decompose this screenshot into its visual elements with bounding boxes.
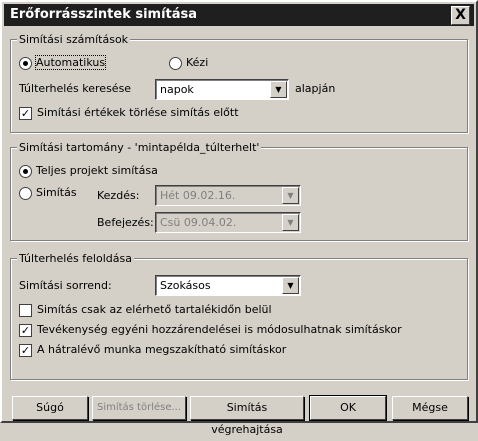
slack-only-label: Simítás csak az elérhető tartalékidőn be… — [37, 303, 272, 316]
checkbox-empty[interactable] — [19, 303, 32, 317]
start-label: Kezdés: — [97, 189, 140, 202]
auto-radio-dot[interactable] — [19, 56, 32, 70]
start-date-field[interactable]: Hét 09.02.16. ▼ — [155, 185, 301, 206]
full-project-label: Teljes projekt simítása — [36, 164, 158, 177]
end-date-field[interactable]: Csü 09.04.02. ▼ — [155, 212, 301, 233]
individual-assignments-checkbox[interactable]: ✓ Tevékenység egyéni hozzárendelései is m… — [19, 323, 402, 337]
manual-radio[interactable]: Kézi — [169, 56, 208, 70]
level-now-button[interactable]: Simítás végrehajtása — [190, 396, 304, 436]
check-icon[interactable]: ✓ — [19, 106, 32, 120]
title-bar: Erőforrásszintek simítása X — [4, 4, 474, 26]
level-resources-dialog: Erőforrásszintek simítása X Simítási szá… — [0, 0, 478, 436]
manual-radio-dot[interactable] — [169, 56, 182, 70]
clear-before-label: Simítási értékek törlése simítás előtt — [37, 106, 239, 119]
chevron-down-icon[interactable]: ▼ — [282, 214, 299, 231]
range-group-label: Simítási tartomány - 'mintapélda_túlterh… — [17, 141, 262, 154]
check-icon[interactable]: ✓ — [19, 343, 32, 357]
chevron-down-icon[interactable]: ▼ — [270, 81, 287, 98]
full-project-radio[interactable]: Teljes projekt simítása — [19, 164, 158, 178]
clear-leveling-button[interactable]: Simítás törlése... — [92, 396, 186, 420]
close-icon: X — [455, 7, 466, 23]
clear-before-checkbox[interactable]: ✓ Simítási értékek törlése simítás előtt — [19, 106, 239, 120]
full-project-radio-dot[interactable] — [19, 164, 32, 178]
individual-assignments-label: Tevékenység egyéni hozzárendelései is mó… — [37, 323, 402, 336]
start-date-value: Hét 09.02.16. — [160, 189, 236, 202]
order-value: Szokásos — [160, 279, 211, 292]
cancel-button[interactable]: Mégse — [392, 396, 468, 420]
calc-group-label: Simítási számítások — [17, 33, 131, 46]
search-unit-select[interactable]: napok ▼ — [155, 79, 289, 100]
resolve-group-label: Túlterhelés feloldása — [17, 252, 134, 265]
order-select[interactable]: Szokásos ▼ — [155, 275, 301, 296]
help-button[interactable]: Súgó — [12, 396, 88, 420]
ok-button[interactable]: OK — [309, 395, 387, 421]
order-label: Simítási sorrend: — [19, 279, 112, 292]
dialog-title: Erőforrásszintek simítása — [10, 7, 198, 22]
end-date-value: Csü 09.04.02. — [160, 216, 237, 229]
slack-only-checkbox[interactable]: Simítás csak az elérhető tartalékidőn be… — [19, 303, 272, 317]
auto-radio-label: Automatikus — [34, 55, 107, 70]
search-unit-value: napok — [160, 83, 194, 96]
chevron-down-icon[interactable]: ▼ — [282, 277, 299, 294]
calc-group: Simítási számítások Automatikus Kézi Túl… — [10, 33, 468, 133]
manual-radio-label: Kézi — [186, 56, 209, 69]
end-label: Befejezés: — [97, 216, 154, 229]
split-remaining-checkbox[interactable]: ✓ A hátralévő munka megszakítható simítás… — [19, 343, 286, 357]
chevron-down-icon[interactable]: ▼ — [282, 187, 299, 204]
partial-radio-dot[interactable] — [19, 186, 32, 200]
auto-radio[interactable]: Automatikus — [19, 55, 107, 70]
split-remaining-label: A hátralévő munka megszakítható simításk… — [37, 343, 287, 356]
close-button[interactable]: X — [451, 6, 470, 25]
search-label: Túlterhelés keresése — [19, 82, 132, 95]
range-group: Simítási tartomány - 'mintapélda_túlterh… — [10, 141, 468, 241]
partial-radio[interactable]: Simítás — [19, 186, 77, 200]
partial-radio-label: Simítás — [36, 186, 77, 199]
search-suffix: alapján — [295, 82, 336, 95]
resolve-group: Túlterhelés feloldása Simítási sorrend: … — [10, 252, 468, 380]
check-icon[interactable]: ✓ — [19, 323, 32, 337]
